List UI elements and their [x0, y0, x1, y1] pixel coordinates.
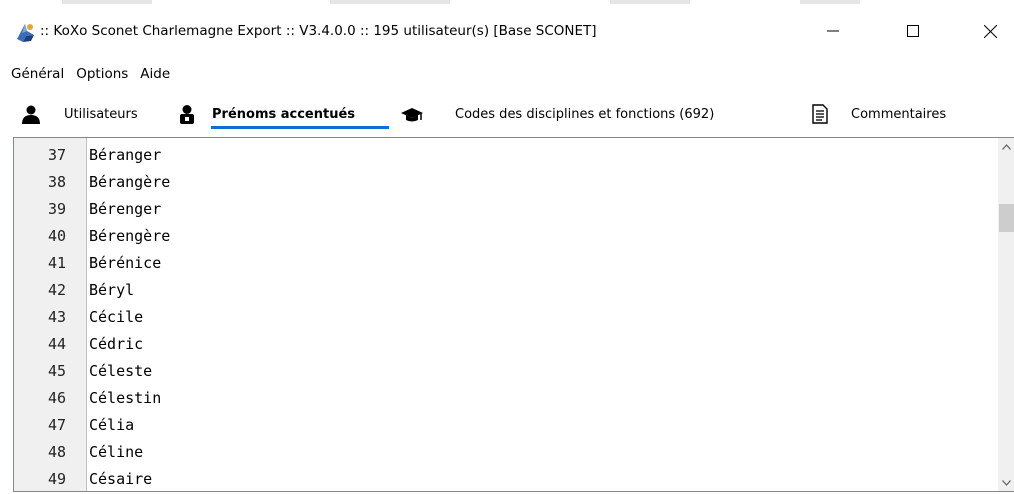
scroll-thumb[interactable]	[999, 204, 1014, 232]
menu-general[interactable]: Général	[11, 66, 64, 82]
line-number: 49	[47, 469, 66, 488]
list-item[interactable]: 42 Béryl	[14, 276, 994, 303]
tab-label: Prénoms accentués	[212, 106, 356, 122]
line-number: 44	[47, 334, 66, 353]
line-number: 46	[47, 388, 66, 407]
line-number: 40	[47, 226, 66, 245]
active-tab-indicator	[211, 126, 389, 129]
prenom-text[interactable]: Céleste	[89, 362, 152, 380]
tab-utilisateurs[interactable]: Utilisateurs	[20, 91, 138, 137]
list-item[interactable]: 39 Bérenger	[14, 195, 994, 222]
vertical-scrollbar[interactable]	[998, 138, 1014, 491]
prenom-text[interactable]: Bérénice	[89, 254, 161, 272]
close-icon	[983, 24, 997, 38]
list-item[interactable]: 37 Béranger	[14, 141, 994, 168]
maximize-button[interactable]	[890, 5, 936, 57]
prenom-text[interactable]: Célestin	[89, 389, 161, 407]
tab-label: Commentaires	[851, 106, 947, 122]
prenom-text[interactable]: Béranger	[89, 146, 161, 164]
menu-bar: Général Options Aide	[0, 57, 1014, 91]
prenoms-list[interactable]: 37 Béranger 38 Bérangère 39 Bérenger 40 Bérengè…	[13, 137, 1014, 492]
koxo-app-icon[interactable]	[14, 21, 34, 42]
list-item[interactable]: 40 Bérengère	[14, 222, 994, 249]
close-button[interactable]	[967, 5, 1013, 57]
list-item[interactable]: 43 Cécile	[14, 303, 994, 330]
window-title: :: KoXo Sconet Charlemagne Export :: V3.…	[40, 23, 597, 39]
line-number: 37	[47, 145, 66, 164]
prenom-text[interactable]: Cécile	[89, 308, 143, 326]
tab-bar: Utilisateurs Prénoms accentués Codes des…	[0, 91, 1014, 137]
list-item[interactable]: 38 Bérangère	[14, 168, 994, 195]
list-item[interactable]: 46 Célestin	[14, 384, 994, 411]
title-bar: :: KoXo Sconet Charlemagne Export :: V3.…	[0, 5, 1014, 57]
line-number: 39	[47, 199, 66, 218]
chevron-down-icon	[1002, 479, 1011, 486]
chevron-up-icon	[1002, 143, 1011, 150]
tab-label: Utilisateurs	[64, 106, 138, 122]
line-number: 45	[47, 361, 66, 380]
prenom-text[interactable]: Bérangère	[89, 173, 170, 191]
list-item[interactable]: 47 Célia	[14, 411, 994, 438]
tab-label: Codes des disciplines et fonctions (692)	[455, 106, 715, 122]
list-item[interactable]: 44 Cédric	[14, 330, 994, 357]
prenom-text[interactable]: Cédric	[89, 335, 143, 353]
prenom-text[interactable]: Célia	[89, 416, 134, 434]
list-item[interactable]: 45 Céleste	[14, 357, 994, 384]
tab-codes-disciplines[interactable]: Codes des disciplines et fonctions (692)	[401, 91, 714, 137]
line-number: 38	[47, 172, 66, 191]
scroll-up-button[interactable]	[998, 138, 1014, 155]
graduation-cap-icon	[401, 103, 423, 125]
line-number: 41	[47, 253, 66, 272]
prenom-text[interactable]: Césaire	[89, 470, 152, 488]
list-item[interactable]: 41 Bérénice	[14, 249, 994, 276]
prenom-text[interactable]: Béryl	[89, 281, 134, 299]
menu-options[interactable]: Options	[76, 66, 128, 82]
list-rows: 37 Béranger 38 Bérangère 39 Bérenger 40 Bérengè…	[14, 141, 994, 491]
user-icon	[20, 103, 42, 125]
user-lock-icon	[176, 103, 198, 125]
maximize-icon	[907, 25, 919, 37]
list-item[interactable]: 48 Céline	[14, 438, 994, 465]
scroll-down-button[interactable]	[998, 474, 1014, 491]
line-number: 47	[47, 415, 66, 434]
list-item[interactable]: 49 Césaire	[14, 465, 994, 491]
document-icon	[809, 103, 831, 125]
minimize-button[interactable]	[810, 5, 856, 57]
prenom-text[interactable]: Bérengère	[89, 227, 170, 245]
line-number: 43	[47, 307, 66, 326]
tab-prenoms-accentues[interactable]: Prénoms accentués	[176, 91, 355, 137]
line-number: 48	[47, 442, 66, 461]
prenom-text[interactable]: Bérenger	[89, 200, 161, 218]
prenom-text[interactable]: Céline	[89, 443, 143, 461]
menu-aide[interactable]: Aide	[140, 66, 170, 82]
tab-commentaires[interactable]: Commentaires	[809, 91, 946, 137]
line-number: 42	[47, 280, 66, 299]
minimize-icon	[827, 30, 839, 32]
